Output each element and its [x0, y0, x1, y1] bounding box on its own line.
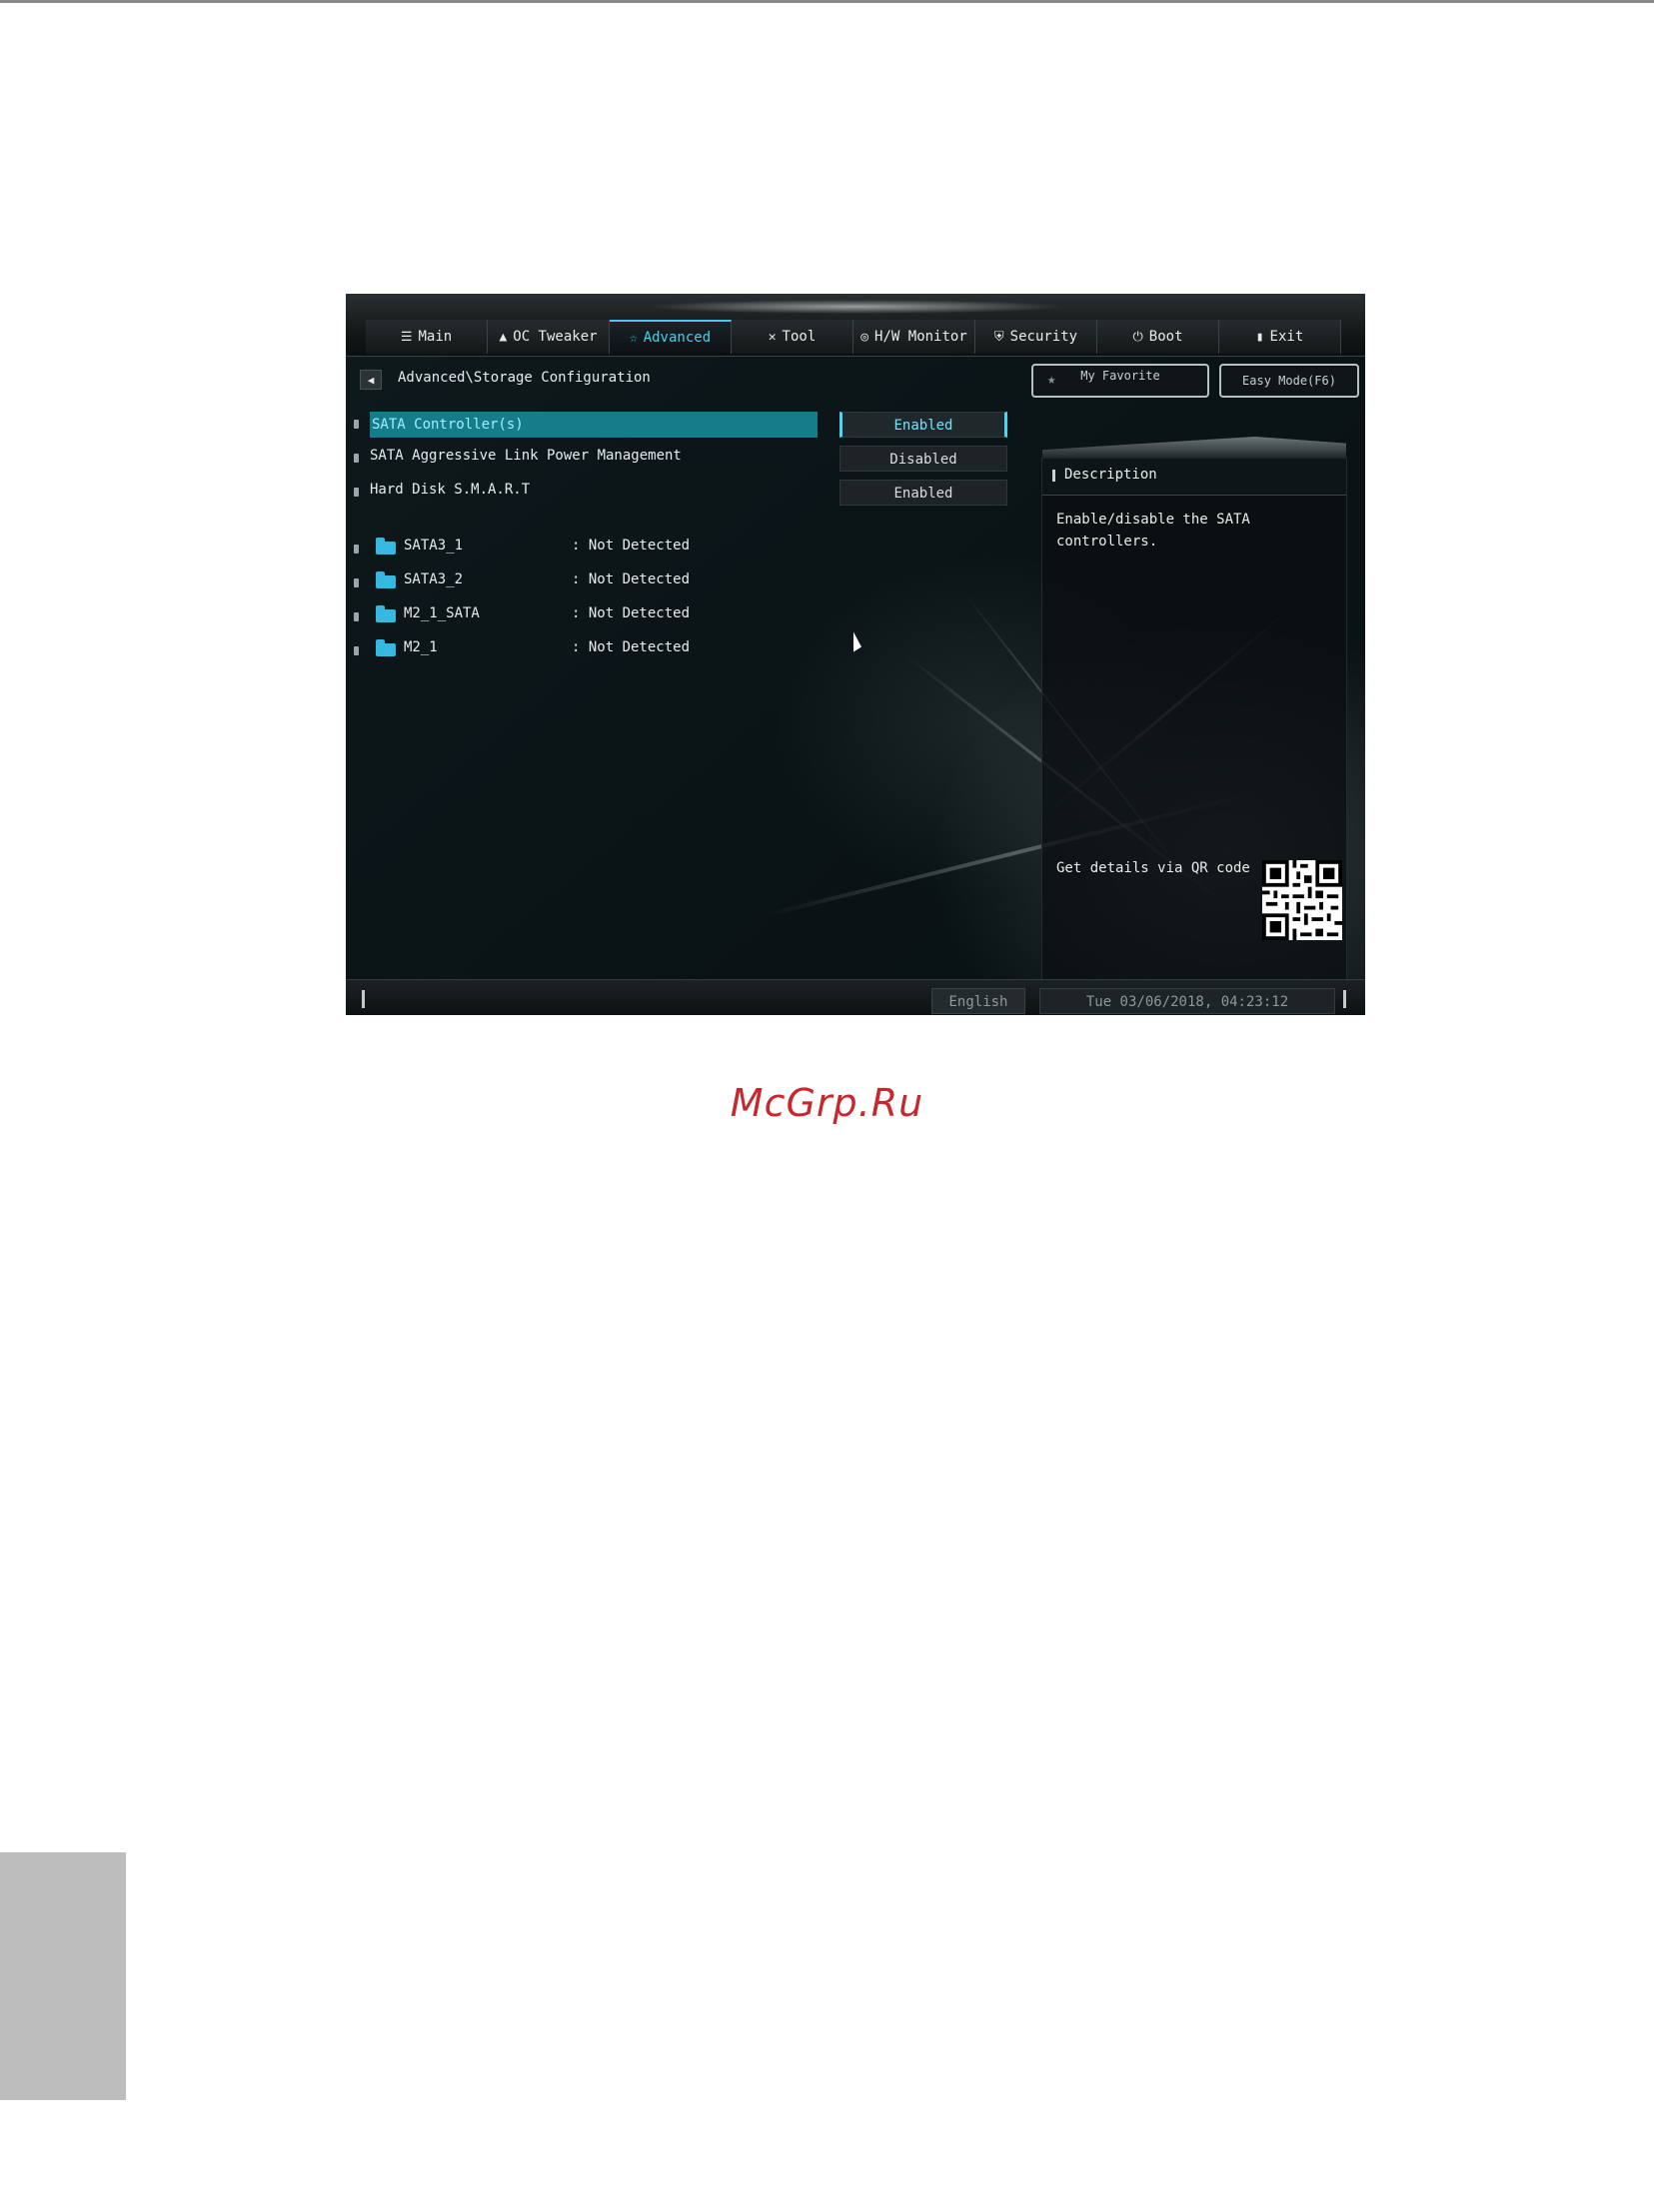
chevron-left-icon: ◀ [367, 373, 375, 387]
device-name[interactable]: SATA3_2 [404, 571, 463, 587]
device-name[interactable]: M2_1_SATA [404, 605, 480, 621]
watermark: McGrp.Ru [730, 1081, 924, 1125]
setting-hdd-smart[interactable]: Hard Disk S.M.A.R.T [370, 482, 530, 498]
tab-tool[interactable]: ✕ Tool [732, 320, 853, 354]
language-button[interactable]: English [931, 988, 1025, 1014]
device-status: : Not Detected [572, 639, 691, 655]
setting-sata-controllers[interactable]: SATA Controller(s) [370, 412, 818, 438]
back-button[interactable]: ◀ [360, 370, 382, 390]
monitor-icon: ◎ [860, 329, 869, 345]
folder-icon [376, 538, 396, 554]
device-name[interactable]: M2_1 [404, 639, 438, 655]
device-status: : Not Detected [572, 571, 691, 587]
easy-mode-label: Easy Mode(F6) [1242, 374, 1336, 388]
info-icon: i [354, 420, 359, 429]
setting-sata-alpm[interactable]: SATA Aggressive Link Power Management [370, 448, 682, 464]
top-menu-bar: ☰ Main ▲ OC Tweaker ☆ Advanced ✕ Tool ◎ … [346, 294, 1365, 357]
easy-mode-button[interactable]: Easy Mode(F6) [1219, 364, 1359, 398]
bottom-status-bar: English Tue 03/06/2018, 04:23:12 [346, 979, 1365, 1015]
device-status: : Not Detected [572, 605, 691, 621]
sata-alpm-value[interactable]: Disabled [839, 446, 1007, 472]
door-icon: ▮ [1255, 329, 1264, 345]
status-marker-left [362, 990, 365, 1008]
page-top-rule [0, 0, 1654, 3]
tab-label: Exit [1269, 329, 1304, 345]
device-status: : Not Detected [572, 538, 691, 553]
my-favorite-button[interactable]: ★ My Favorite [1031, 364, 1209, 398]
description-marker [1052, 470, 1055, 482]
tab-label: OC Tweaker [513, 329, 598, 345]
sata-controllers-value[interactable]: Enabled [839, 412, 1007, 438]
qr-code-icon[interactable] [1262, 860, 1342, 940]
rocket-icon: ▲ [499, 329, 508, 345]
tab-label: Security [1009, 329, 1078, 345]
tab-label: Advanced [643, 330, 712, 346]
tab-label: Boot [1148, 329, 1183, 345]
my-favorite-label: My Favorite [1080, 369, 1160, 383]
tab-exit[interactable]: ▮ Exit [1219, 320, 1341, 354]
tools-icon: ✕ [768, 329, 777, 345]
star-icon: ★ [1047, 372, 1056, 388]
info-icon: i [354, 612, 359, 621]
bios-screenshot: ☰ Main ▲ OC Tweaker ☆ Advanced ✕ Tool ◎ … [346, 294, 1365, 1015]
description-title: Description [1064, 467, 1157, 483]
description-text: Enable/disable the SATA controllers. [1056, 512, 1250, 550]
status-marker-right [1343, 990, 1346, 1008]
mouse-cursor-icon [853, 631, 861, 655]
device-name[interactable]: SATA3_1 [404, 538, 463, 553]
tab-main[interactable]: ☰ Main [366, 320, 488, 354]
tab-hw-monitor[interactable]: ◎ H/W Monitor [853, 320, 975, 354]
tab-security[interactable]: ⛨ Security [975, 320, 1097, 354]
star-icon: ☆ [629, 330, 638, 346]
info-icon: i [354, 454, 359, 463]
folder-icon [376, 639, 396, 656]
hdd-smart-value[interactable]: Enabled [839, 480, 1007, 506]
info-icon: i [354, 545, 359, 553]
info-icon: i [354, 578, 359, 587]
shield-icon: ⛨ [993, 329, 1004, 345]
tab-boot[interactable]: ⏻ Boot [1097, 320, 1219, 354]
topbar-shine [646, 300, 1065, 314]
folder-icon [376, 571, 396, 588]
date-time-display: Tue 03/06/2018, 04:23:12 [1039, 988, 1335, 1014]
tab-advanced[interactable]: ☆ Advanced [610, 320, 732, 354]
tab-label: Tool [782, 329, 817, 345]
description-panel: Description Enable/disable the SATA cont… [1041, 437, 1347, 983]
breadcrumb: Advanced\Storage Configuration [398, 370, 651, 386]
tab-label: H/W Monitor [874, 329, 967, 345]
folder-icon [376, 605, 396, 622]
list-icon: ☰ [400, 329, 413, 345]
info-icon: i [354, 646, 359, 655]
info-icon: i [354, 488, 359, 497]
power-icon: ⏻ [1132, 329, 1143, 345]
main-tabs: ☰ Main ▲ OC Tweaker ☆ Advanced ✕ Tool ◎ … [366, 320, 1341, 354]
page-side-tab [0, 1852, 126, 2100]
description-header: Description [1042, 459, 1346, 496]
tab-label: Main [418, 329, 453, 345]
tab-oc-tweaker[interactable]: ▲ OC Tweaker [488, 320, 610, 354]
qr-label: Get details via QR code [1056, 860, 1250, 876]
